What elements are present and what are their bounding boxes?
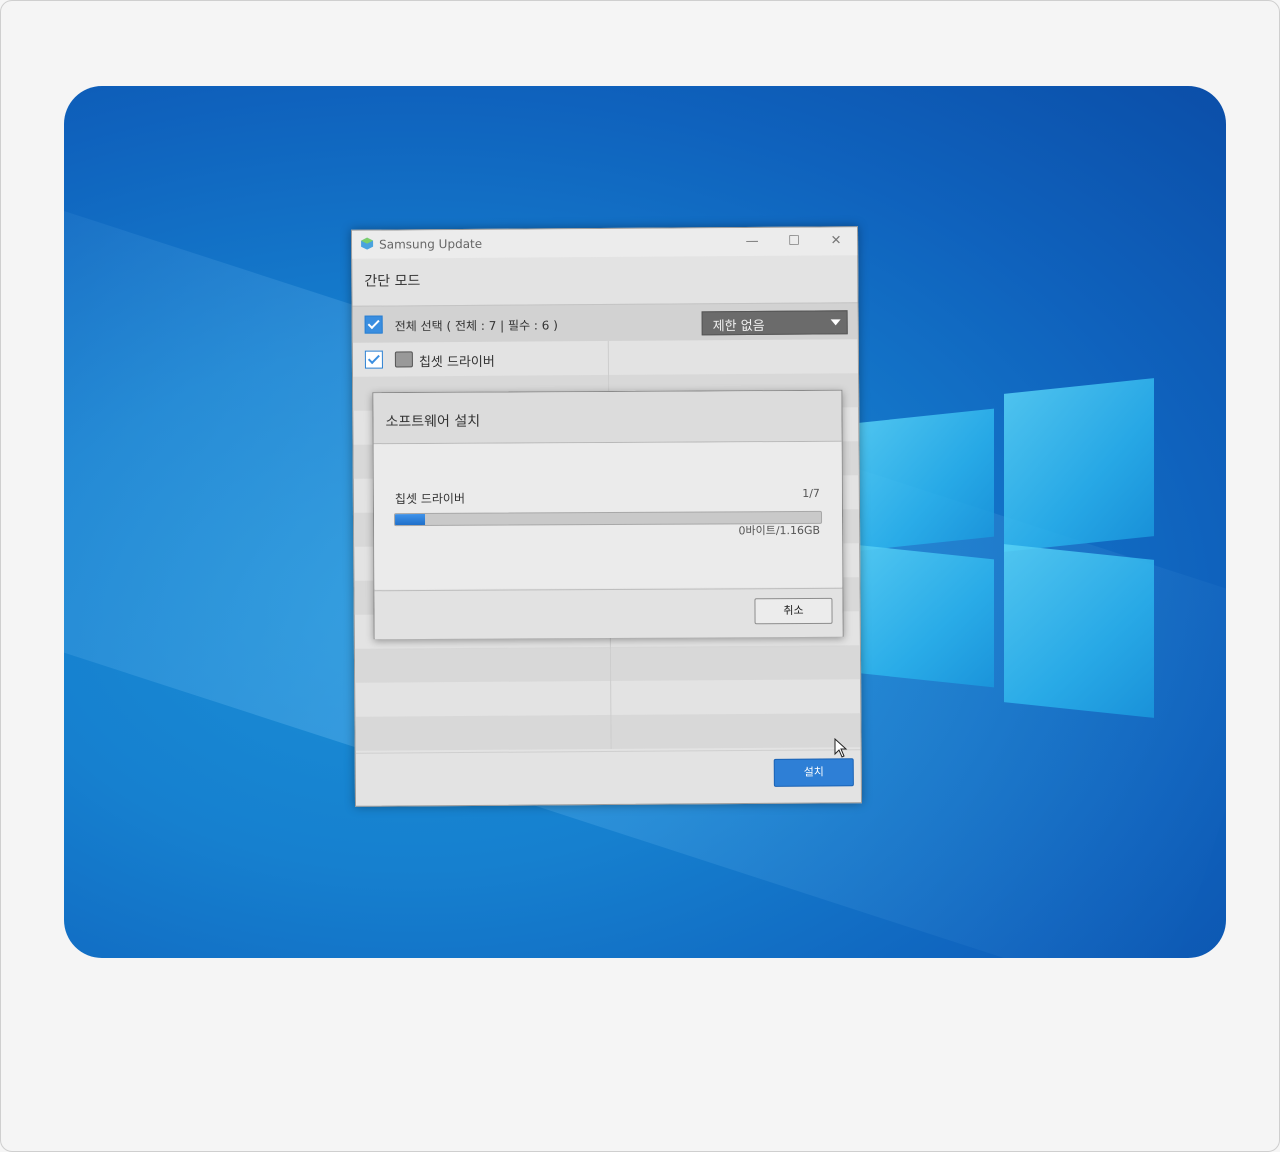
samsung-update-app-icon xyxy=(361,237,374,250)
maximize-button[interactable]: ☐ xyxy=(780,232,808,252)
filter-dropdown-value: 제한 없음 xyxy=(712,318,765,335)
item-counter: 1/7 xyxy=(802,486,820,500)
driver-row[interactable]: 칩셋 드라이버 xyxy=(353,339,858,377)
dialog-footer: 취소 xyxy=(374,587,843,640)
close-button[interactable]: ✕ xyxy=(822,231,850,251)
download-size-text: 0바이트/1.16GB xyxy=(738,523,821,538)
driver-checkbox[interactable] xyxy=(364,350,383,369)
select-all-bar: 전체 선택 ( 전체 : 7 | 필수 : 6 ) 제한 없음 xyxy=(352,302,858,343)
install-dialog: 소프트웨어 설치 칩셋 드라이버 1/7 0바이트/1.16GB 취소 xyxy=(372,389,844,640)
chipset-icon xyxy=(394,351,413,368)
list-row xyxy=(354,645,861,683)
mode-label: 간단 모드 xyxy=(364,273,421,290)
windows-logo xyxy=(854,376,1154,718)
install-button[interactable]: 설치 xyxy=(773,758,854,787)
cancel-button[interactable]: 취소 xyxy=(754,597,833,625)
current-item-label: 칩셋 드라이버 xyxy=(394,491,466,507)
select-all-checkbox[interactable] xyxy=(364,315,383,334)
window-title: Samsung Update xyxy=(379,236,483,252)
mouse-cursor-icon xyxy=(834,738,848,758)
list-row xyxy=(355,713,861,751)
title-bar: Samsung Update — ☐ ✕ xyxy=(351,227,858,259)
progress-fill xyxy=(394,513,425,526)
chevron-down-icon xyxy=(830,319,841,326)
minimize-button[interactable]: — xyxy=(738,232,766,252)
driver-label: 칩셋 드라이버 xyxy=(418,354,495,371)
dialog-header: 소프트웨어 설치 xyxy=(373,390,842,445)
select-all-label: 전체 선택 ( 전체 : 7 | 필수 : 6 ) xyxy=(394,318,558,334)
filter-dropdown[interactable]: 제한 없음 xyxy=(701,310,848,336)
dialog-title: 소프트웨어 설치 xyxy=(385,413,481,431)
list-row xyxy=(355,679,860,717)
